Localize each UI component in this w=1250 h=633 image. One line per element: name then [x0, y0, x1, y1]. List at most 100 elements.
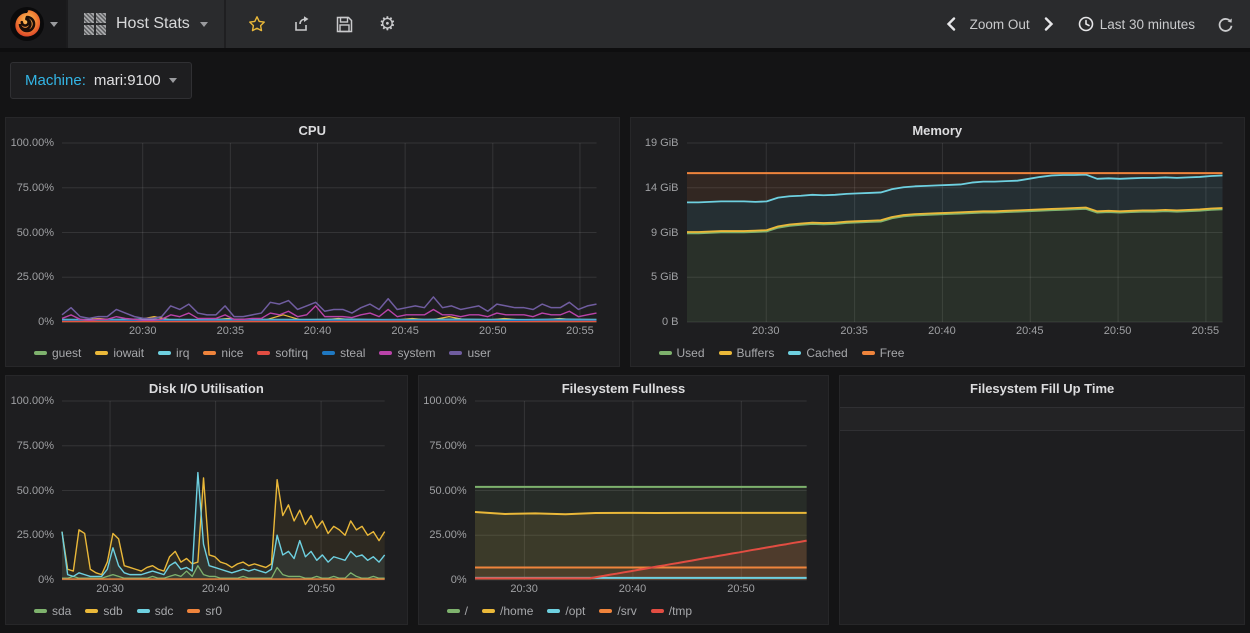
legend-item[interactable]: user — [449, 346, 490, 360]
star-favorite-icon[interactable] — [248, 15, 266, 33]
legend-series-color-swatch — [34, 609, 47, 613]
time-range-picker[interactable]: Last 30 minutes — [1078, 16, 1195, 32]
chevron-down-icon — [50, 22, 58, 27]
cpu-plot-area[interactable] — [62, 143, 597, 322]
x-tick-label: 20:40 — [619, 583, 647, 595]
cpu-y-axis: 100.00%75.00%50.00%25.00%0% — [6, 143, 62, 322]
legend-series-color-swatch — [158, 351, 171, 355]
memory-chart[interactable]: 19 GiB14 GiB9 GiB5 GiB0 B — [631, 143, 1245, 322]
panel-title-cpu[interactable]: CPU — [6, 118, 619, 143]
machine-variable-value[interactable]: mari:9100 — [94, 72, 161, 89]
dashboard-title[interactable]: Host Stats — [116, 15, 190, 33]
time-shift-forward-button[interactable] — [1044, 17, 1054, 31]
disk-y-axis: 100.00%75.00%50.00%25.00%0% — [6, 401, 62, 580]
legend-item[interactable]: Buffers — [719, 346, 775, 360]
save-icon[interactable] — [336, 16, 353, 33]
chevron-down-icon — [200, 22, 208, 27]
panel-disk-io: Disk I/O Utilisation 100.00%75.00%50.00%… — [5, 375, 408, 625]
x-tick-label: 20:35 — [217, 325, 245, 337]
legend-item[interactable]: sr0 — [187, 604, 222, 618]
legend-item[interactable]: /srv — [599, 604, 636, 618]
y-tick-label: 9 GiB — [651, 227, 679, 239]
x-tick-label: 20:35 — [840, 325, 868, 337]
disk-io-chart[interactable]: 100.00%75.00%50.00%25.00%0% — [6, 401, 407, 580]
cpu-chart[interactable]: 100.00%75.00%50.00%25.00%0% — [6, 143, 619, 322]
y-tick-label: 5 GiB — [651, 271, 679, 283]
legend-item[interactable]: /opt — [547, 604, 585, 618]
panel-filesystem-fill-up-time: Filesystem Fill Up Time — [839, 375, 1245, 625]
legend-series-color-swatch — [34, 351, 47, 355]
legend-item[interactable]: /home — [482, 604, 533, 618]
legend-item[interactable]: softirq — [257, 346, 308, 360]
legend-item[interactable]: system — [379, 346, 435, 360]
y-tick-label: 100.00% — [11, 137, 54, 149]
legend-series-color-swatch — [447, 609, 460, 613]
panel-title-disk-io[interactable]: Disk I/O Utilisation — [6, 376, 407, 401]
legend-item[interactable]: sdb — [85, 604, 122, 618]
legend-item[interactable]: /tmp — [651, 604, 692, 618]
y-tick-label: 25.00% — [429, 529, 466, 541]
panel-cpu: CPU 100.00%75.00%50.00%25.00%0% 20:3020:… — [5, 117, 620, 367]
legend-item[interactable]: guest — [34, 346, 81, 360]
table-body-empty — [840, 431, 1244, 624]
x-tick-label: 20:55 — [1192, 325, 1220, 337]
settings-gear-icon[interactable]: ⚙ — [379, 15, 396, 34]
time-shift-back-button[interactable] — [946, 17, 956, 31]
legend-series-color-swatch — [547, 609, 560, 613]
dashboard-picker[interactable]: Host Stats — [68, 0, 226, 48]
grafana-logo-icon — [9, 6, 45, 42]
legend-item[interactable]: nice — [203, 346, 243, 360]
share-icon[interactable] — [292, 15, 310, 33]
x-tick-label: 20:45 — [391, 325, 419, 337]
legend-item[interactable]: Free — [862, 346, 905, 360]
refresh-button[interactable] — [1217, 16, 1234, 33]
x-tick-label: 20:40 — [202, 583, 230, 595]
x-tick-label: 20:55 — [566, 325, 594, 337]
filesystem-fullness-chart[interactable]: 100.00%75.00%50.00%25.00%0% — [419, 401, 829, 580]
memory-plot-area[interactable] — [687, 143, 1223, 322]
legend-item[interactable]: iowait — [95, 346, 144, 360]
y-tick-label: 50.00% — [17, 227, 54, 239]
chevron-left-icon — [946, 17, 956, 31]
x-tick-label: 20:40 — [304, 325, 332, 337]
y-tick-label: 0% — [38, 574, 54, 586]
panel-title-filesystem-fullness[interactable]: Filesystem Fullness — [419, 376, 829, 401]
chevron-right-icon — [1044, 17, 1054, 31]
grafana-menu-button[interactable] — [0, 0, 68, 48]
memory-y-axis: 19 GiB14 GiB9 GiB5 GiB0 B — [631, 143, 687, 322]
disk-legend: sdasdb sdc sr0 — [6, 598, 407, 624]
legend-series-color-swatch — [659, 351, 672, 355]
y-tick-label: 0 B — [662, 316, 679, 328]
fsfull-plot-area[interactable] — [475, 401, 807, 580]
legend-item[interactable]: irq — [158, 346, 189, 360]
navbar: Host Stats ⚙ Zoom Out — [0, 0, 1250, 52]
legend-series-color-swatch — [862, 351, 875, 355]
panel-title-memory[interactable]: Memory — [631, 118, 1245, 143]
clock-icon — [1078, 16, 1094, 32]
dashboard-grid-icon — [84, 13, 106, 35]
zoom-out-button[interactable]: Zoom Out — [970, 17, 1030, 32]
table-header-row — [840, 407, 1244, 431]
legend-item[interactable]: / — [447, 604, 468, 618]
time-range-label: Last 30 minutes — [1100, 17, 1195, 32]
legend-item[interactable]: sda — [34, 604, 71, 618]
legend-item[interactable]: Cached — [788, 346, 847, 360]
refresh-icon — [1217, 16, 1234, 33]
legend-item[interactable]: sdc — [137, 604, 174, 618]
memory-x-axis: 20:3020:3520:4020:4520:5020:55 — [687, 322, 1223, 340]
legend-series-color-swatch — [379, 351, 392, 355]
y-tick-label: 19 GiB — [645, 137, 679, 149]
y-tick-label: 75.00% — [429, 440, 466, 452]
panel-title-filesystem-fill-up-time[interactable]: Filesystem Fill Up Time — [840, 376, 1244, 401]
legend-series-color-swatch — [187, 609, 200, 613]
y-tick-label: 0% — [38, 316, 54, 328]
y-tick-label: 0% — [451, 574, 467, 586]
machine-variable-label: Machine: — [25, 72, 86, 89]
disk-plot-area[interactable] — [62, 401, 385, 580]
machine-variable-dropdown[interactable]: Machine: mari:9100 — [10, 62, 192, 99]
y-tick-label: 50.00% — [17, 485, 54, 497]
x-tick-label: 20:45 — [1016, 325, 1044, 337]
legend-item[interactable]: Used — [659, 346, 705, 360]
y-tick-label: 25.00% — [17, 529, 54, 541]
legend-item[interactable]: steal — [322, 346, 365, 360]
